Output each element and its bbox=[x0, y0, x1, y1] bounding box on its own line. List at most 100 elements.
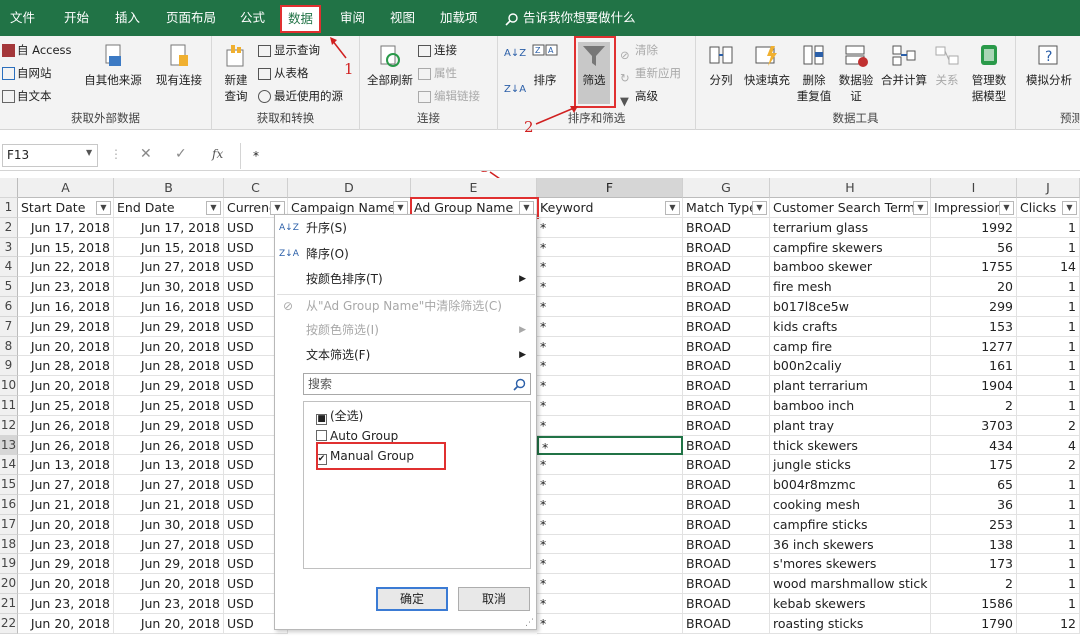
cell[interactable]: b004r8mzmc bbox=[770, 475, 931, 495]
cell[interactable]: 36 inch skewers bbox=[770, 534, 931, 555]
column-header-c[interactable]: C bbox=[224, 178, 288, 198]
cell[interactable]: camp fire bbox=[770, 336, 931, 357]
cell[interactable]: 1 bbox=[1017, 356, 1080, 377]
cell[interactable]: 14 bbox=[1017, 257, 1080, 278]
cell[interactable]: * bbox=[537, 455, 683, 476]
existing-connections-button[interactable]: 现有连接 bbox=[150, 42, 208, 88]
insert-function-icon[interactable]: fx bbox=[212, 147, 223, 161]
header-cell[interactable]: End Date ▼ bbox=[114, 198, 224, 218]
cell[interactable]: Jun 27, 2018 bbox=[114, 257, 224, 278]
cell[interactable]: 3703 bbox=[931, 415, 1017, 436]
cell[interactable]: BROAD bbox=[683, 316, 770, 337]
cell[interactable]: Jun 20, 2018 bbox=[114, 574, 224, 594]
cell[interactable]: 2 bbox=[1017, 415, 1080, 436]
cell[interactable]: Jun 13, 2018 bbox=[114, 455, 224, 476]
tab-review[interactable]: 审阅 bbox=[340, 0, 365, 36]
filter-dropdown-icon[interactable]: ▼ bbox=[393, 201, 408, 215]
column-header-d[interactable]: D bbox=[288, 178, 411, 198]
menu-sort-ascending[interactable]: A↓Z 升序(S) bbox=[275, 217, 536, 239]
cell[interactable]: campfire sticks bbox=[770, 514, 931, 535]
refresh-all-button[interactable]: 全部刷新 bbox=[364, 42, 416, 88]
cell[interactable]: b00n2caliy bbox=[770, 356, 931, 377]
ok-button[interactable]: 确定 bbox=[376, 587, 448, 611]
formula-input[interactable]: * bbox=[240, 143, 1078, 169]
cell[interactable]: 175 bbox=[931, 455, 1017, 476]
tab-data[interactable]: 数据 bbox=[280, 5, 322, 33]
cell[interactable]: BROAD bbox=[683, 475, 770, 495]
from-web-button[interactable]: 自网站 bbox=[2, 63, 52, 83]
cell[interactable]: * bbox=[537, 237, 683, 258]
consolidate-button[interactable]: 合并计算 bbox=[878, 42, 930, 88]
cell[interactable]: 253 bbox=[931, 514, 1017, 535]
column-header-i[interactable]: I bbox=[931, 178, 1017, 198]
cell[interactable]: BROAD bbox=[683, 277, 770, 297]
tab-formulas[interactable]: 公式 bbox=[240, 0, 265, 36]
header-cell[interactable]: Keyword ▼ bbox=[537, 198, 683, 218]
row-header[interactable]: 1 bbox=[0, 198, 18, 218]
cell[interactable]: Jun 20, 2018 bbox=[18, 574, 114, 594]
cell[interactable]: Jun 20, 2018 bbox=[18, 613, 114, 634]
cell[interactable]: Jun 23, 2018 bbox=[114, 594, 224, 614]
edit-links-button[interactable]: 编辑链接 bbox=[418, 86, 480, 106]
cell[interactable]: * bbox=[537, 257, 683, 278]
properties-button[interactable]: 属性 bbox=[418, 63, 457, 83]
cell[interactable]: 1 bbox=[1017, 514, 1080, 535]
cell[interactable]: BROAD bbox=[683, 594, 770, 614]
row-header[interactable]: 22 bbox=[0, 613, 18, 634]
tab-page-layout[interactable]: 页面布局 bbox=[166, 0, 216, 36]
data-validation-button[interactable]: 数据验 证 bbox=[836, 42, 876, 104]
cell[interactable]: 434 bbox=[931, 435, 1017, 456]
header-cell[interactable]: Impressions ▼ bbox=[931, 198, 1017, 218]
flash-fill-button[interactable]: 快速填充 bbox=[742, 42, 792, 88]
tab-addins[interactable]: 加载项 bbox=[440, 0, 478, 36]
cell[interactable]: plant tray bbox=[770, 415, 931, 436]
cell[interactable]: 1 bbox=[1017, 574, 1080, 594]
row-header[interactable]: 11 bbox=[0, 396, 18, 416]
row-header[interactable]: 18 bbox=[0, 534, 18, 555]
sort-za-icon[interactable]: Z↓A bbox=[504, 80, 526, 100]
cell[interactable]: Jun 20, 2018 bbox=[18, 336, 114, 357]
worksheet-grid[interactable]: A B C D E F G H I J 1 2 3 4 5 6 7 8 9 10 11 12 13 14 15 16 17 18 19 2… bbox=[0, 178, 1080, 637]
cell[interactable]: roasting sticks bbox=[770, 613, 931, 634]
sort-az-icon[interactable]: A↓Z bbox=[504, 44, 526, 64]
tell-me-box[interactable]: 告诉我你想要做什么 bbox=[505, 0, 636, 36]
cell[interactable]: BROAD bbox=[683, 574, 770, 594]
cell[interactable]: 1 bbox=[1017, 277, 1080, 297]
reapply-button[interactable]: ↻ 重新应用 bbox=[620, 63, 681, 85]
cell[interactable]: Jun 15, 2018 bbox=[18, 237, 114, 258]
cell[interactable]: 161 bbox=[931, 356, 1017, 377]
cell[interactable]: Jun 30, 2018 bbox=[114, 514, 224, 535]
column-header-h[interactable]: H bbox=[770, 178, 931, 198]
cell[interactable]: BROAD bbox=[683, 336, 770, 357]
row-header[interactable]: 4 bbox=[0, 257, 18, 278]
cell[interactable]: terrarium glass bbox=[770, 217, 931, 238]
cell[interactable]: Jun 25, 2018 bbox=[114, 396, 224, 416]
cell[interactable]: BROAD bbox=[683, 415, 770, 436]
cell[interactable]: 1 bbox=[1017, 495, 1080, 515]
cell[interactable]: Jun 29, 2018 bbox=[18, 316, 114, 337]
header-cell[interactable]: Customer Search Term ▼ bbox=[770, 198, 931, 218]
tab-file[interactable]: 文件 bbox=[10, 0, 35, 36]
cell[interactable]: 1755 bbox=[931, 257, 1017, 278]
row-header[interactable]: 6 bbox=[0, 297, 18, 317]
row-header[interactable]: 19 bbox=[0, 554, 18, 575]
cell[interactable]: s'mores skewers bbox=[770, 554, 931, 575]
cell[interactable]: 1 bbox=[1017, 237, 1080, 258]
cell[interactable]: 299 bbox=[931, 297, 1017, 317]
cell[interactable]: Jun 27, 2018 bbox=[114, 534, 224, 555]
filter-dropdown-icon[interactable]: ▼ bbox=[665, 201, 680, 215]
cell[interactable]: Jun 23, 2018 bbox=[18, 594, 114, 614]
row-header[interactable]: 20 bbox=[0, 574, 18, 594]
cell[interactable]: * bbox=[537, 594, 683, 614]
cell[interactable]: Jun 25, 2018 bbox=[18, 396, 114, 416]
cell[interactable]: Jun 30, 2018 bbox=[114, 277, 224, 297]
select-all-corner[interactable] bbox=[0, 178, 18, 198]
from-text-button[interactable]: 自文本 bbox=[2, 86, 52, 106]
cell[interactable]: Jun 16, 2018 bbox=[114, 297, 224, 317]
cell[interactable]: BROAD bbox=[683, 376, 770, 396]
cell[interactable]: 2 bbox=[931, 574, 1017, 594]
advanced-filter-button[interactable]: ▼ 高级 bbox=[620, 86, 658, 108]
column-header-e[interactable]: E bbox=[411, 178, 537, 198]
tab-home[interactable]: 开始 bbox=[64, 0, 89, 36]
cell[interactable]: BROAD bbox=[683, 613, 770, 634]
